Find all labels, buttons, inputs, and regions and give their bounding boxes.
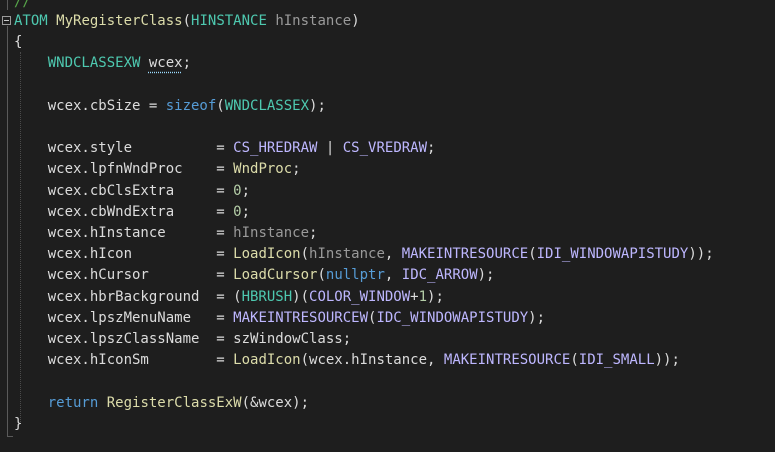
- code-line[interactable]: wcex.cbWndExtra = 0;: [14, 202, 250, 223]
- code-line[interactable]: wcex.hInstance = hInstance;: [14, 223, 318, 244]
- code-token: 0: [233, 203, 242, 220]
- code-token: (: [182, 13, 192, 29]
- code-token: ;: [427, 140, 436, 157]
- code-token: hInstance: [309, 246, 385, 263]
- code-token: {: [14, 34, 23, 51]
- code-token: wcex.cbClsExtra =: [14, 182, 234, 199]
- code-token: (&wcex);: [241, 394, 310, 411]
- code-line[interactable]: wcex.lpszClassName = szWindowClass;: [14, 329, 351, 350]
- code-token: wcex.hCursor =: [14, 267, 234, 284]
- code-line[interactable]: return RegisterClassExW(&wcex);: [14, 393, 309, 414]
- code-token: wcex.lpszClassName = szWindowClass;: [14, 331, 352, 347]
- code-token: ));: [654, 352, 680, 369]
- code-line[interactable]: wcex.hIconSm = LoadIcon(wcex.hInstance, …: [14, 350, 680, 371]
- code-token: MAKEINTRESOURCEW: [233, 309, 369, 326]
- code-token: ));: [688, 246, 714, 263]
- code-token: IDC_WINDOWAPISTUDY: [376, 309, 529, 326]
- code-token: LoadCursor: [233, 267, 318, 284]
- code-token: (: [300, 246, 310, 263]
- code-line[interactable]: wcex.lpfnWndProc = WndProc;: [14, 159, 301, 180]
- code-token: (: [216, 97, 225, 114]
- code-token: wcex.cbWndExtra =: [14, 203, 234, 220]
- code-token: (: [317, 267, 326, 284]
- code-token: CS_VREDRAW: [342, 140, 428, 157]
- code-token: return: [47, 394, 99, 411]
- code-token: LoadIcon: [233, 352, 301, 369]
- code-line[interactable]: wcex.hCursor = LoadCursor(nullptr, IDC_A…: [14, 265, 495, 286]
- code-token: wcex: [148, 55, 183, 72]
- code-token: wcex.hIcon =: [14, 246, 234, 263]
- code-token: |: [317, 140, 343, 157]
- code-line[interactable]: ATOM MyRegisterClass(HINSTANCE hInstance…: [14, 11, 360, 32]
- code-token: RegisterClassExW: [106, 394, 242, 411]
- code-token: HBRUSH: [241, 288, 293, 305]
- code-token: ;: [292, 161, 301, 178]
- code-token: ,: [384, 267, 402, 284]
- code-line[interactable]: }: [14, 414, 22, 435]
- code-token: LoadIcon: [233, 246, 301, 263]
- code-token: hInstance: [275, 13, 352, 29]
- code-token: COLOR_WINDOW: [309, 288, 411, 305]
- code-line[interactable]: {: [14, 32, 22, 53]
- code-token: ;: [182, 55, 192, 72]
- code-token: 0: [233, 182, 242, 199]
- code-token: ATOM: [14, 13, 48, 29]
- code-token: (: [528, 246, 537, 263]
- code-token: wcex.hIconSm =: [14, 352, 234, 369]
- code-token: IDI_WINDOWAPISTUDY: [536, 246, 689, 263]
- fold-guide-top: [7, 0, 8, 10]
- code-line[interactable]: wcex.hIcon = LoadIcon(hInstance, MAKEINT…: [14, 244, 714, 265]
- code-token: wcex.lpfnWndProc =: [14, 161, 234, 178]
- code-token: IDI_SMALL: [578, 352, 655, 369]
- code-line[interactable]: wcex.hbrBackground = (HBRUSH)(COLOR_WIND…: [14, 287, 444, 308]
- code-token: wcex.hInstance =: [14, 225, 234, 241]
- code-token: 1: [418, 288, 428, 305]
- collapse-icon[interactable]: [2, 16, 11, 25]
- code-token: wcex.lpszMenuName =: [14, 309, 234, 326]
- code-token: );: [477, 267, 495, 284]
- code-line[interactable]: WNDCLASSEXW wcex;: [14, 53, 191, 74]
- code-token: WNDCLASSEXW: [47, 55, 141, 72]
- code-token: ,: [384, 246, 402, 263]
- code-line[interactable]: wcex.cbSize = sizeof(WNDCLASSEX);: [14, 96, 326, 117]
- code-token: HINSTANCE: [191, 13, 267, 29]
- code-token: ): [351, 13, 360, 29]
- code-token: );: [528, 309, 546, 326]
- code-token: MAKEINTRESOURCE: [401, 246, 529, 263]
- fold-guide: [7, 26, 8, 436]
- code-token: MAKEINTRESOURCE: [443, 352, 571, 369]
- code-token: MyRegisterClass: [56, 13, 183, 29]
- code-token: ;: [241, 182, 251, 199]
- code-token: CS_HREDRAW: [233, 140, 318, 157]
- code-token: wcex.cbSize =: [14, 97, 166, 114]
- code-token: }: [14, 415, 23, 432]
- code-token: ;: [241, 203, 251, 220]
- fold-guide-end: [7, 436, 13, 437]
- code-token: )(: [292, 288, 310, 305]
- code-token: (wcex.hInstance,: [300, 352, 444, 369]
- code-token: IDC_ARROW: [401, 267, 478, 284]
- code-token: wcex.style =: [14, 140, 234, 157]
- code-line[interactable]: wcex.style = CS_HREDRAW | CS_VREDRAW;: [14, 138, 436, 159]
- code-token: );: [427, 288, 444, 305]
- code-token: nullptr: [325, 267, 385, 284]
- code-token: );: [309, 97, 326, 114]
- code-line[interactable]: wcex.cbClsExtra = 0;: [14, 181, 250, 202]
- code-token: sizeof: [165, 97, 217, 114]
- code-token: (: [570, 352, 579, 369]
- code-token: ;: [309, 225, 318, 241]
- code-token: WndProc: [233, 161, 293, 178]
- code-token: wcex.hbrBackground = (: [14, 288, 242, 305]
- code-token: +: [410, 288, 419, 305]
- code-token: WNDCLASSEX: [224, 97, 310, 114]
- code-line[interactable]: wcex.lpszMenuName = MAKEINTRESOURCEW(IDC…: [14, 308, 545, 329]
- code-token: hInstance: [233, 225, 310, 241]
- code-editor[interactable]: // ATOM MyRegisterClass(HINSTANCE hInsta…: [0, 0, 775, 452]
